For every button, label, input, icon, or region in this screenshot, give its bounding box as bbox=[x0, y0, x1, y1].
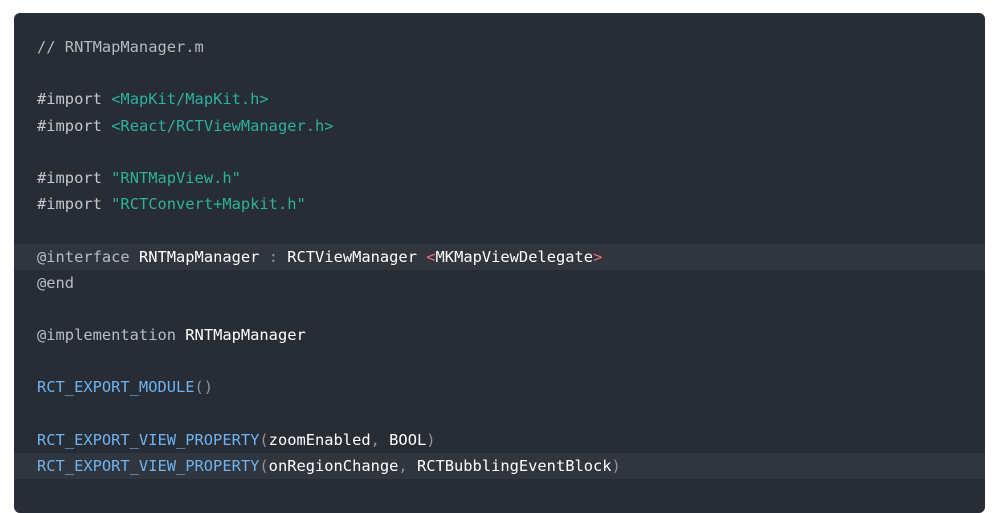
property-name: onRegionChange bbox=[268, 457, 399, 475]
code-block: // RNTMapManager.m #import <MapKit/MapKi… bbox=[14, 13, 985, 513]
lparen: ( bbox=[259, 457, 269, 475]
rparen: ) bbox=[426, 430, 436, 449]
export-property-macro: RCT_EXPORT_VIEW_PROPERTY bbox=[37, 430, 260, 449]
code-line: #import "RCTConvert+Mapkit.h" bbox=[14, 191, 985, 217]
import-keyword: #import bbox=[37, 90, 102, 109]
import-keyword: #import bbox=[37, 195, 102, 214]
property-name: zoomEnabled bbox=[268, 430, 371, 449]
code-lines: // RNTMapManager.m #import <MapKit/MapKi… bbox=[14, 34, 985, 480]
protocol-open: < bbox=[426, 247, 436, 266]
code-comment: // RNTMapManager.m bbox=[37, 38, 204, 56]
class-name: RNTMapManager bbox=[138, 247, 260, 266]
import-string: "RCTConvert+Mapkit.h" bbox=[111, 195, 306, 214]
property-type: RCTBubblingEventBlock bbox=[416, 457, 612, 475]
import-path: <React/RCTViewManager.h> bbox=[111, 116, 334, 135]
import-keyword: #import bbox=[37, 116, 102, 135]
protocol-name: MKMapViewDelegate bbox=[435, 247, 594, 266]
lparen: ( bbox=[259, 430, 269, 449]
import-keyword: #import bbox=[37, 168, 102, 187]
colon: : bbox=[259, 247, 288, 266]
comma: , bbox=[370, 430, 390, 449]
interface-keyword: @interface bbox=[37, 247, 130, 266]
class-name: RNTMapManager bbox=[185, 326, 306, 345]
code-line: RCT_EXPORT_VIEW_PROPERTY(zoomEnabled, BO… bbox=[14, 427, 985, 453]
code-line: @implementation RNTMapManager bbox=[14, 322, 985, 348]
rparen: ) bbox=[611, 457, 621, 475]
parens: () bbox=[194, 378, 214, 397]
protocol-close: > bbox=[593, 247, 603, 266]
code-line: #import <React/RCTViewManager.h> bbox=[14, 113, 985, 139]
export-property-macro: RCT_EXPORT_VIEW_PROPERTY bbox=[37, 457, 260, 475]
export-module-macro: RCT_EXPORT_MODULE bbox=[37, 378, 195, 397]
import-string: "RNTMapView.h" bbox=[111, 168, 241, 187]
end-keyword: @end bbox=[37, 273, 75, 292]
code-line: RCT_EXPORT_MODULE() bbox=[14, 374, 985, 400]
code-line: // RNTMapManager.m bbox=[14, 34, 985, 60]
code-line: @end bbox=[14, 270, 985, 296]
code-line-highlighted: RCT_EXPORT_VIEW_PROPERTY(onRegionChange,… bbox=[14, 453, 985, 480]
implementation-keyword: @implementation bbox=[37, 326, 176, 345]
code-line: #import "RNTMapView.h" bbox=[14, 165, 985, 191]
code-line: #import <MapKit/MapKit.h> bbox=[14, 86, 985, 112]
comma: , bbox=[398, 457, 417, 475]
import-path: <MapKit/MapKit.h> bbox=[111, 90, 269, 109]
property-type: BOOL bbox=[389, 430, 427, 449]
super-class: RCTViewManager bbox=[287, 247, 417, 266]
code-line-highlighted: @interface RNTMapManager : RCTViewManage… bbox=[14, 243, 985, 270]
